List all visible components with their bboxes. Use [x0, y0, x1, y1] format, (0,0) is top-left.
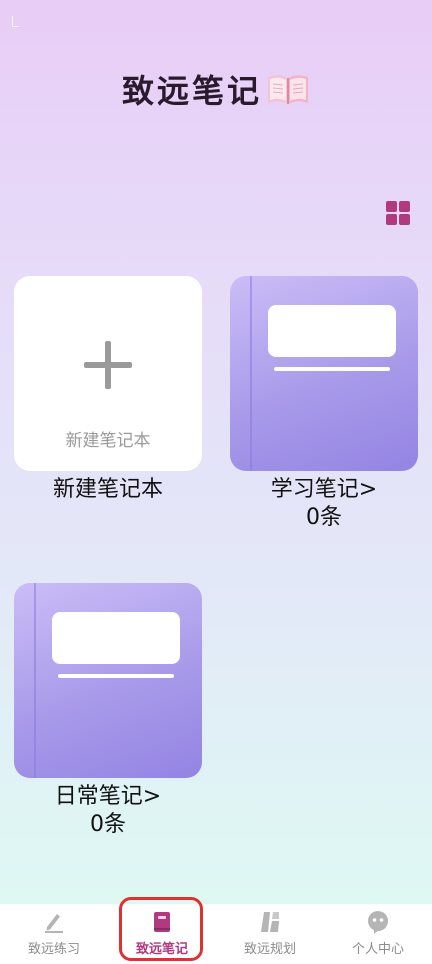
- notebook-spine: [34, 583, 36, 778]
- grid-view-icon[interactable]: [385, 200, 411, 226]
- notebook-spine: [250, 276, 252, 471]
- notebook-name: 学习笔记>: [270, 477, 378, 502]
- notebook-label-box: [268, 305, 396, 357]
- notebook-caption-daily[interactable]: 日常笔记> 0条: [14, 783, 202, 839]
- status-corner-mark: [12, 16, 19, 27]
- new-notebook-card[interactable]: 新建笔记本: [14, 276, 202, 471]
- notebook-name: 日常笔记>: [54, 784, 162, 809]
- plus-icon: [84, 341, 132, 389]
- pen-icon: [45, 914, 63, 933]
- new-notebook-inner-label: 新建笔记本: [65, 431, 151, 451]
- page-title: 致远笔记: [121, 72, 262, 110]
- notebook-label-line: [274, 367, 390, 371]
- bottom-tab-bar: 致远练习 致远笔记 致远规划 个人中心: [0, 904, 432, 964]
- new-notebook-caption[interactable]: 新建笔记本: [14, 476, 202, 504]
- notebook-label-box: [52, 612, 180, 664]
- page-header: 致远笔记: [0, 64, 432, 114]
- notebook-caption-study[interactable]: 学习笔记> 0条: [230, 476, 418, 532]
- notebook-card-daily[interactable]: [14, 583, 202, 778]
- notebook-icon: [154, 912, 170, 932]
- tab-notes[interactable]: 致远笔记: [108, 904, 216, 964]
- tab-label: 致远规划: [243, 942, 296, 957]
- notebook-label-line: [58, 674, 174, 678]
- tab-label: 致远练习: [27, 942, 80, 957]
- blocks-icon: [261, 912, 279, 932]
- tab-profile[interactable]: 个人中心: [324, 904, 432, 964]
- chat-bubble-icon: [368, 911, 388, 934]
- tab-label: 致远笔记: [135, 942, 188, 957]
- open-book-icon: [268, 75, 308, 104]
- tab-label: 个人中心: [351, 942, 404, 957]
- notebook-count: 0条: [306, 505, 342, 530]
- notebook-card-study[interactable]: [230, 276, 418, 471]
- tab-practice[interactable]: 致远练习: [0, 904, 108, 964]
- notebook-count: 0条: [90, 812, 126, 837]
- tab-plan[interactable]: 致远规划: [216, 904, 324, 964]
